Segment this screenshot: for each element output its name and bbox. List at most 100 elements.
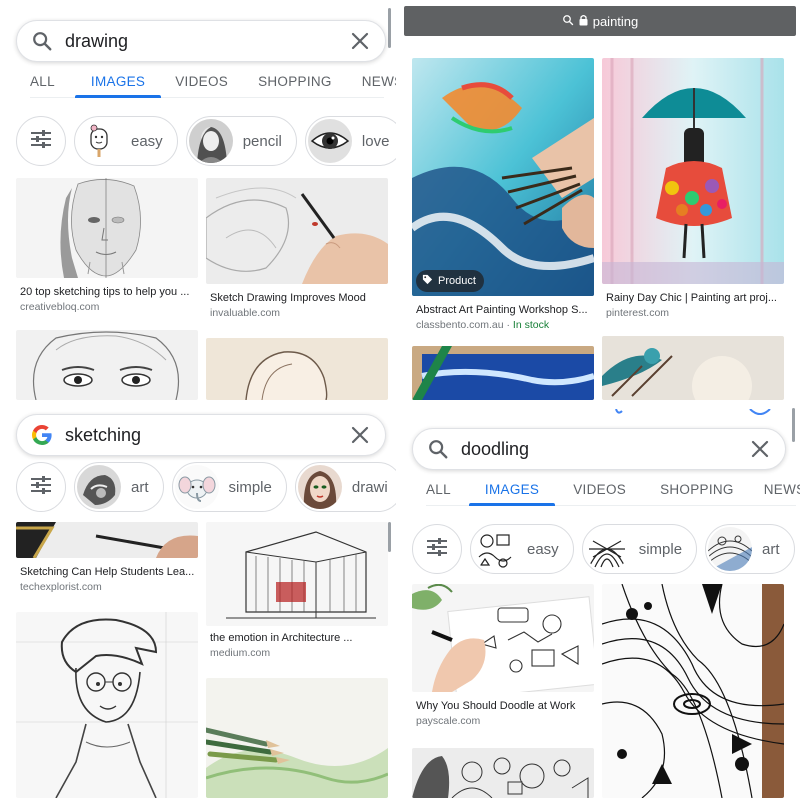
result-image[interactable] (206, 522, 388, 626)
chip-label: pencil (242, 132, 282, 150)
chip-thumbnail (77, 465, 121, 509)
result-image[interactable] (206, 178, 388, 284)
painting-results-panel: painting Product Abstract Art Painting W… (404, 0, 800, 400)
result-image[interactable] (602, 584, 784, 798)
filter-chip[interactable] (16, 116, 66, 166)
top-edge (404, 404, 796, 415)
chip-label: simple (638, 540, 683, 558)
result-image[interactable] (206, 338, 388, 400)
result-image[interactable] (16, 522, 198, 558)
tab-all[interactable]: ALL (30, 74, 55, 97)
drawing-results-panel: drawing ALL IMAGES VIDEOS SHOPPING NEWS … (0, 0, 396, 400)
result-image[interactable]: Product (412, 58, 594, 296)
filter-chip[interactable] (16, 462, 66, 512)
search-bar[interactable]: sketching (16, 414, 386, 456)
result-image[interactable] (16, 330, 198, 400)
stock-status: In stock (512, 319, 550, 331)
result-title[interactable]: Sketch Drawing Improves Mood (210, 292, 386, 304)
search-tabs: ALL IMAGES VIDEOS SHOPPING NEWS (426, 476, 800, 506)
tune-icon (30, 475, 52, 500)
result-title[interactable]: Rainy Day Chic | Painting art proj... (606, 292, 784, 304)
related-chips: easy pencil love (16, 116, 396, 166)
chip-drawing[interactable]: drawi (294, 462, 396, 512)
search-query[interactable]: sketching (65, 425, 345, 446)
result-source-domain: classbento.com.au (416, 319, 504, 331)
chip-thumbnail (584, 527, 629, 571)
chip-thumbnail (77, 119, 121, 163)
chip-art[interactable]: art (74, 462, 164, 512)
result-source: medium.com (210, 647, 271, 659)
related-chips: easy simple art (412, 524, 795, 574)
scrollbar[interactable] (388, 8, 391, 48)
google-logo (29, 422, 55, 448)
tab-news[interactable]: NEWS (764, 482, 800, 505)
result-title[interactable]: Sketching Can Help Students Lea... (20, 566, 196, 578)
result-image[interactable] (412, 748, 594, 798)
close-icon[interactable] (345, 26, 375, 56)
chip-simple[interactable]: simple (171, 462, 287, 512)
chip-thumbnail (188, 119, 233, 163)
chip-easy[interactable]: easy (470, 524, 574, 574)
chip-label: art (762, 540, 780, 558)
tab-shopping[interactable]: SHOPPING (660, 482, 734, 505)
tab-news[interactable]: NEWS (362, 74, 396, 97)
result-source: invaluable.com (210, 307, 281, 319)
product-badge: Product (416, 270, 484, 292)
tab-images[interactable]: IMAGES (74, 74, 162, 98)
result-title[interactable]: the emotion in Architecture ... (210, 632, 386, 644)
chip-label: art (131, 478, 149, 496)
lock-icon (579, 14, 588, 29)
related-chips: art simple drawi (16, 462, 396, 512)
result-title[interactable]: 20 top sketching tips to help you ... (20, 286, 196, 298)
search-query[interactable]: doodling (461, 439, 745, 460)
chip-label: simple (228, 478, 272, 496)
result-source: techexplorist.com (20, 581, 102, 593)
scrollbar[interactable] (388, 522, 391, 552)
chip-easy[interactable]: easy (74, 116, 178, 166)
chip-label: drawi (351, 478, 388, 496)
search-query[interactable]: drawing (65, 31, 345, 52)
chip-thumbnail (307, 119, 352, 163)
result-image[interactable] (206, 678, 388, 798)
search-bar[interactable]: doodling (412, 428, 786, 470)
chip-label: easy (131, 132, 163, 150)
close-icon[interactable] (745, 434, 775, 464)
tab-images[interactable]: IMAGES (468, 482, 556, 506)
tag-icon (422, 274, 433, 288)
badge-label: Product (438, 275, 476, 287)
search-icon[interactable] (29, 28, 55, 54)
filter-chip[interactable] (412, 524, 462, 574)
chip-pencil[interactable]: pencil (185, 116, 297, 166)
tab-videos[interactable]: VIDEOS (175, 74, 228, 97)
chip-love[interactable]: love (304, 116, 396, 166)
chip-art[interactable]: art (705, 524, 795, 574)
result-source: classbento.com.au · In stock (416, 319, 550, 331)
close-icon[interactable] (345, 420, 375, 450)
result-title[interactable]: Why You Should Doodle at Work (416, 700, 594, 712)
tab-videos[interactable]: VIDEOS (573, 482, 626, 505)
doodling-results-panel: doodling ALL IMAGES VIDEOS SHOPPING NEWS… (404, 404, 800, 800)
search-bar[interactable]: drawing (16, 20, 386, 62)
result-image[interactable] (412, 584, 594, 692)
result-source: payscale.com (416, 715, 481, 727)
result-title[interactable]: Abstract Art Painting Workshop S... (416, 304, 594, 316)
chip-label: love (361, 132, 390, 150)
chip-thumbnail (297, 465, 342, 509)
tune-icon (30, 129, 52, 154)
chip-simple[interactable]: simple (581, 524, 698, 574)
result-image[interactable] (602, 336, 784, 400)
chip-label: easy (527, 540, 559, 558)
chip-thumbnail (708, 527, 753, 571)
result-image[interactable] (16, 178, 198, 278)
search-icon[interactable] (425, 436, 451, 462)
result-source: creativebloq.com (20, 301, 100, 313)
tab-all[interactable]: ALL (426, 482, 451, 505)
tab-shopping[interactable]: SHOPPING (258, 74, 332, 97)
result-image[interactable] (16, 612, 198, 798)
address-bar[interactable]: painting (404, 6, 796, 36)
result-image[interactable] (602, 58, 784, 284)
search-icon (562, 14, 574, 29)
scrollbar[interactable] (792, 408, 795, 442)
result-image[interactable] (412, 346, 594, 400)
chip-thumbnail (174, 465, 219, 509)
